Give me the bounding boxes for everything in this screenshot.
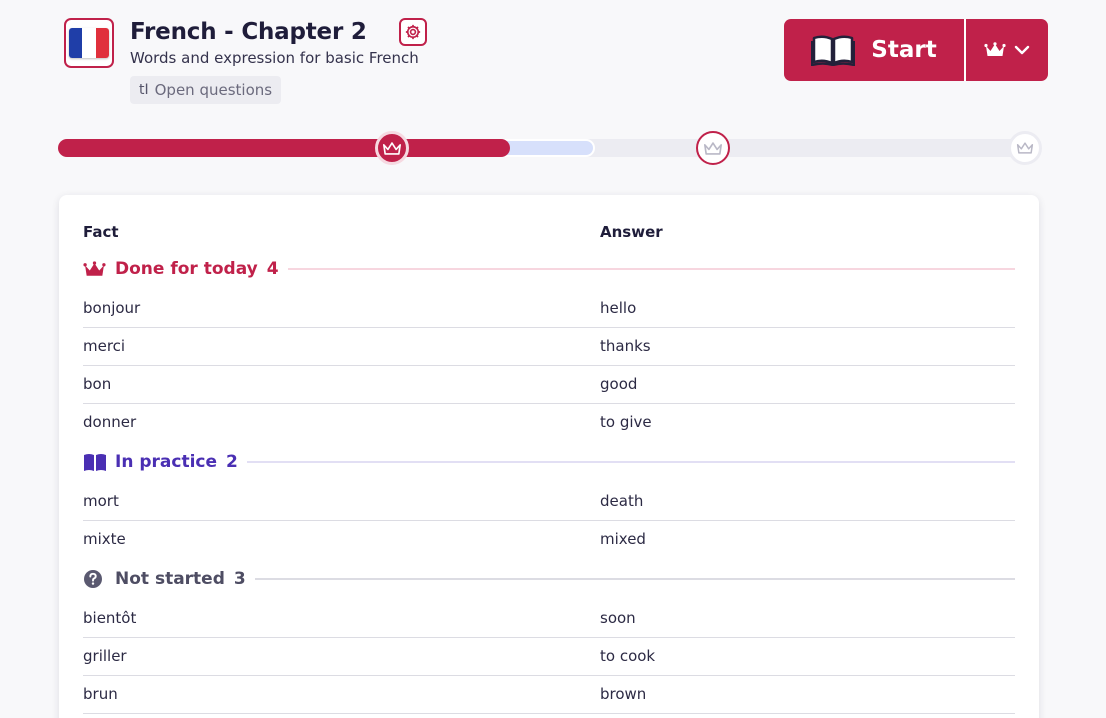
table-row[interactable]: bon good [83, 366, 1015, 404]
book-icon [83, 453, 107, 472]
table-row[interactable]: mixte mixed [83, 521, 1015, 559]
fact-cell: bon [83, 375, 112, 393]
answer-column-header: Answer [600, 223, 663, 241]
answer-cell: hello [600, 299, 637, 317]
course-flag [64, 18, 114, 68]
crown-icon [984, 42, 1006, 56]
start-button-group: Start [784, 19, 1048, 81]
gear-icon [405, 24, 420, 40]
section-divider [254, 578, 1015, 580]
section-count: 2 [226, 452, 238, 472]
progress-bar [58, 131, 1042, 165]
france-flag-icon [69, 28, 109, 58]
fact-cell: mort [83, 492, 119, 510]
progress-done-fill [58, 139, 510, 157]
fact-cell: merci [83, 337, 126, 355]
open-questions-chip[interactable]: tI Open questions [130, 76, 282, 104]
fact-cell: griller [83, 647, 127, 665]
fact-cell: brun [83, 685, 118, 703]
answer-cell: death [600, 492, 644, 510]
fact-cell: bientôt [83, 609, 137, 627]
mode-dropdown-button[interactable] [966, 19, 1048, 81]
section-count: 4 [266, 259, 279, 279]
milestone-final [1008, 131, 1042, 165]
start-label: Start [871, 37, 937, 63]
page-subtitle: Words and expression for basic French [130, 49, 419, 67]
section-label: Not started [115, 569, 225, 589]
milestone-next [696, 131, 730, 165]
answer-cell: thanks [600, 337, 651, 355]
settings-button[interactable] [398, 18, 427, 46]
table-row[interactable]: mort death [83, 483, 1015, 521]
section-label: Done for today [115, 259, 258, 279]
section-done-for-today: Done for today 4 [83, 254, 1015, 284]
answer-cell: mixed [600, 530, 646, 548]
facts-card: Fact Answer Done for today 4 bonjour hel… [59, 195, 1039, 718]
chevron-down-icon [1014, 45, 1030, 55]
milestone-reached [375, 131, 409, 165]
crown-icon [83, 260, 107, 278]
start-button[interactable]: Start [784, 19, 964, 81]
text-cursor-icon: tI [139, 82, 149, 98]
answer-cell: to give [600, 413, 652, 431]
fact-cell: donner [83, 413, 137, 431]
answer-cell: to cook [600, 647, 656, 665]
section-in-practice: In practice 2 [83, 447, 1015, 477]
section-divider [287, 268, 1015, 270]
section-divider [246, 461, 1015, 463]
fact-column-header: Fact [83, 223, 119, 241]
answer-cell: good [600, 375, 638, 393]
answer-cell: brown [600, 685, 647, 703]
table-row[interactable]: donner to give [83, 404, 1015, 442]
section-label: In practice [115, 452, 218, 472]
fact-cell: bonjour [83, 299, 141, 317]
chip-label: Open questions [154, 81, 273, 99]
section-not-started: Not started 3 [83, 564, 1015, 594]
crown-icon [1016, 142, 1034, 154]
table-row[interactable]: griller to cook [83, 638, 1015, 676]
section-count: 3 [233, 569, 246, 589]
title-row: French - Chapter 2 [130, 16, 427, 48]
table-row[interactable]: bientôt soon [83, 600, 1015, 638]
open-book-icon [811, 35, 856, 66]
question-icon [83, 569, 107, 589]
answer-cell: soon [600, 609, 636, 627]
crown-icon [704, 141, 722, 155]
table-row[interactable]: brun brown [83, 676, 1015, 714]
table-row[interactable]: bonjour hello [83, 290, 1015, 328]
fact-cell: mixte [83, 530, 126, 548]
crown-icon [383, 141, 401, 155]
table-row[interactable]: merci thanks [83, 328, 1015, 366]
page-title: French - Chapter 2 [130, 19, 367, 45]
